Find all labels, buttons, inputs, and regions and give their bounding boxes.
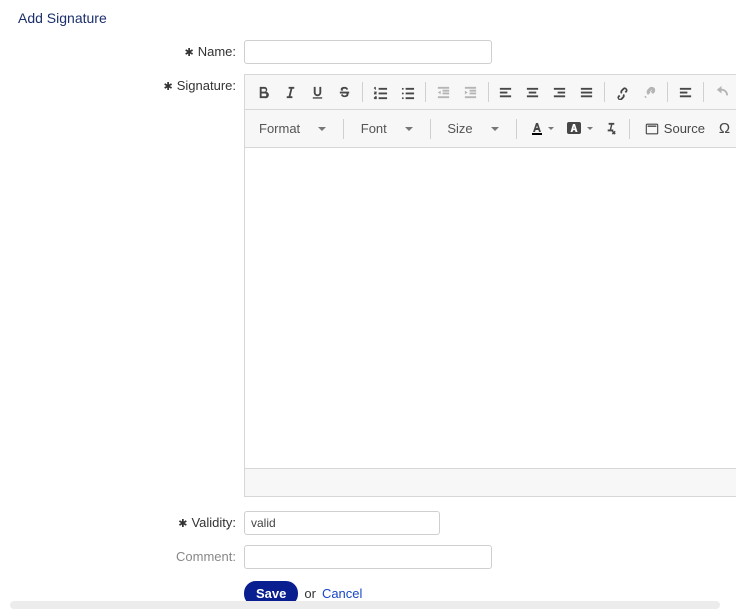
spacer <box>18 579 244 583</box>
chevron-down-icon <box>587 127 593 130</box>
separator <box>604 82 605 102</box>
chevron-down-icon <box>405 127 413 131</box>
link-button[interactable] <box>610 79 635 105</box>
source-button[interactable]: Source <box>641 116 709 142</box>
chevron-down-icon <box>548 127 554 130</box>
label-comment-text: Comment: <box>176 549 236 564</box>
ul-button[interactable] <box>395 79 420 105</box>
name-input[interactable] <box>244 40 492 64</box>
font-dropdown[interactable]: Font <box>355 116 419 142</box>
separator <box>343 119 344 139</box>
ol-button[interactable] <box>368 79 393 105</box>
required-icon: ✱ <box>178 518 187 530</box>
outdent-button[interactable] <box>431 79 456 105</box>
separator <box>425 82 426 102</box>
size-dropdown[interactable]: Size <box>441 116 504 142</box>
separator <box>362 82 363 102</box>
align-center-button[interactable] <box>520 79 545 105</box>
format-label: Format <box>259 121 300 136</box>
font-label: Font <box>361 121 387 136</box>
horizontal-scrollbar[interactable] <box>10 601 720 609</box>
richtext-editor: Format Font Size <box>244 74 736 497</box>
row-validity: ✱ Validity: <box>18 511 728 535</box>
size-label: Size <box>447 121 472 136</box>
cancel-link[interactable]: Cancel <box>322 586 362 601</box>
label-name-text: Name: <box>198 44 236 59</box>
bg-color-button[interactable] <box>564 116 595 142</box>
separator <box>488 82 489 102</box>
add-signature-panel: Add Signature ✱ Name: ✱ Signature: <box>0 0 736 615</box>
align-right-button[interactable] <box>547 79 572 105</box>
separator <box>629 119 630 139</box>
chevron-down-icon <box>318 127 326 131</box>
label-signature-text: Signature: <box>177 78 236 93</box>
editor-toolbar-1 <box>245 75 736 110</box>
special-char-button[interactable]: Ω <box>717 116 732 142</box>
unlink-button[interactable] <box>637 79 662 105</box>
source-label: Source <box>664 121 705 136</box>
label-name: ✱ Name: <box>18 40 244 59</box>
text-color-button[interactable] <box>527 116 556 142</box>
separator <box>703 82 704 102</box>
remove-format-button[interactable] <box>673 79 698 105</box>
separator <box>516 119 517 139</box>
panel-title: Add Signature <box>18 10 728 26</box>
editor-toolbar-2: Format Font Size <box>245 110 736 148</box>
or-text: or <box>304 586 316 601</box>
undo-button[interactable] <box>709 79 734 105</box>
label-validity: ✱ Validity: <box>18 511 244 530</box>
required-icon: ✱ <box>164 81 173 93</box>
row-signature: ✱ Signature: <box>18 74 728 497</box>
label-validity-text: Validity: <box>191 515 236 530</box>
indent-button[interactable] <box>458 79 483 105</box>
label-signature: ✱ Signature: <box>18 74 244 93</box>
label-comment: Comment: <box>18 545 244 564</box>
align-justify-button[interactable] <box>574 79 599 105</box>
strike-button[interactable] <box>332 79 357 105</box>
required-icon: ✱ <box>184 47 193 59</box>
editor-statusbar <box>245 468 736 496</box>
underline-button[interactable] <box>305 79 330 105</box>
comment-input[interactable] <box>244 545 492 569</box>
clear-format-button[interactable] <box>603 116 618 142</box>
separator <box>667 82 668 102</box>
row-comment: Comment: <box>18 545 728 569</box>
align-left-button[interactable] <box>493 79 518 105</box>
chevron-down-icon <box>491 127 499 131</box>
separator <box>430 119 431 139</box>
format-dropdown[interactable]: Format <box>253 116 332 142</box>
bold-button[interactable] <box>251 79 276 105</box>
validity-select[interactable] <box>244 511 440 535</box>
row-name: ✱ Name: <box>18 40 728 64</box>
italic-button[interactable] <box>278 79 303 105</box>
editor-body[interactable] <box>245 148 736 468</box>
